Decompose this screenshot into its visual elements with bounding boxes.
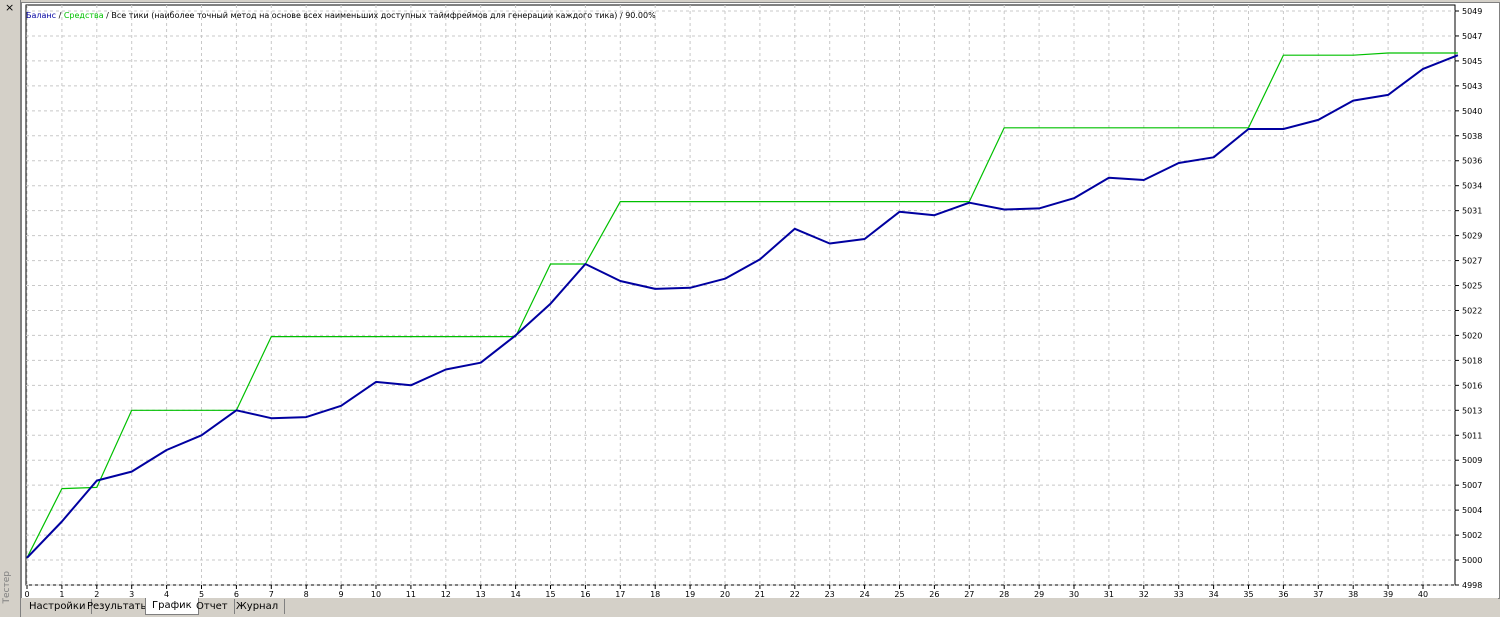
y-tick-label: 5018	[1462, 356, 1482, 365]
y-tick-label: 5009	[1462, 456, 1482, 465]
balance-line	[26, 54, 1459, 559]
y-tick-label: 5038	[1462, 132, 1482, 141]
equity-line	[26, 52, 1458, 559]
legend-separator-2: /	[104, 11, 112, 20]
y-tick-label: 4998	[1462, 581, 1482, 590]
tab-4[interactable]: Отчет	[190, 599, 235, 614]
tab-5[interactable]: Журнал	[230, 599, 286, 614]
x-tick-label: 7	[269, 590, 274, 598]
x-tick-label: 32	[1139, 590, 1149, 598]
x-tick-label: 9	[339, 590, 344, 598]
legend-method: Все тики (наиболее точный метод на основ…	[111, 11, 617, 20]
x-tick-label: 11	[406, 590, 416, 598]
x-tick-label: 8	[304, 590, 309, 598]
y-tick-label: 5020	[1462, 331, 1482, 340]
chart-area: 5049 5047 5045 5043 5040 5038 5036 5034 5031 5029…	[21, 2, 1500, 599]
legend-separator-3: /	[617, 11, 625, 20]
x-tick-label: 13	[476, 590, 486, 598]
x-tick-label: 29	[1034, 590, 1044, 598]
close-icon[interactable]: ×	[5, 2, 14, 14]
x-tick-label: 15	[545, 590, 555, 598]
y-tick-label: 5011	[1462, 431, 1482, 440]
x-tick-label: 24	[860, 590, 870, 598]
y-tick-label: 5025	[1462, 282, 1482, 291]
x-tick-label: 23	[825, 590, 835, 598]
tab-bar: Настройки Результаты График Отчет Журнал	[21, 598, 1498, 617]
y-tick-label: 5040	[1462, 107, 1482, 116]
left-panel-strip: × Тестер	[0, 0, 21, 617]
x-tick-label: 3	[129, 590, 134, 598]
x-tick-label: 6	[234, 590, 239, 598]
x-tick-label: 37	[1313, 590, 1323, 598]
y-tick-label: 5029	[1462, 232, 1482, 241]
y-tick-label: 5043	[1462, 82, 1482, 91]
y-tick-label: 5027	[1462, 257, 1482, 266]
y-tick-label: 5045	[1462, 57, 1482, 66]
x-tick-label: 1	[59, 590, 64, 598]
side-panel-label: Тестер	[2, 570, 12, 603]
y-tick-label: 5022	[1462, 306, 1482, 315]
legend-separator-1: /	[56, 11, 64, 20]
y-tick-label: 5047	[1462, 32, 1482, 41]
x-tick-label: 35	[1243, 590, 1253, 598]
x-tick-label: 0	[24, 590, 29, 598]
x-tick-label: 12	[441, 590, 451, 598]
x-tick-label: 4	[164, 590, 169, 598]
legend-quality: 90.00%	[625, 11, 656, 20]
plot-frame	[25, 4, 1456, 586]
x-tick-label: 17	[615, 590, 625, 598]
x-tick-label: 31	[1104, 590, 1114, 598]
x-tick-label: 33	[1174, 590, 1184, 598]
x-tick-label: 36	[1278, 590, 1288, 598]
x-tick-label: 38	[1348, 590, 1358, 598]
x-tick-label: 16	[580, 590, 590, 598]
balance-chart: 5049504750455043504050385036503450315029…	[24, 4, 1482, 599]
y-tick-label: 5049	[1462, 7, 1482, 16]
y-tick-label: 5036	[1462, 157, 1482, 166]
y-tick-label: 5013	[1462, 406, 1482, 415]
x-tick-label: 40	[1418, 590, 1428, 598]
y-tick-label: 5016	[1462, 381, 1482, 390]
x-tick-label: 30	[1069, 590, 1079, 598]
y-tick-label: 5034	[1462, 182, 1482, 191]
x-tick-label: 2	[94, 590, 99, 598]
x-tick-label: 10	[371, 590, 381, 598]
x-tick-label: 28	[999, 590, 1009, 598]
x-tick-label: 18	[650, 590, 660, 598]
x-tick-label: 14	[511, 590, 521, 598]
y-tick-label: 5000	[1462, 556, 1482, 565]
x-tick-label: 34	[1209, 590, 1219, 598]
chart-legend: Баланс / Средства / Все тики (наиболее т…	[26, 11, 656, 20]
x-tick-label: 22	[790, 590, 800, 598]
y-tick-label: 5002	[1462, 531, 1482, 540]
y-tick-label: 5031	[1462, 207, 1482, 216]
x-tick-label: 39	[1383, 590, 1393, 598]
legend-equity: Средства	[64, 11, 104, 20]
y-tick-label: 5007	[1462, 481, 1482, 490]
x-tick-label: 20	[720, 590, 730, 598]
x-tick-label: 5	[199, 590, 204, 598]
x-tick-label: 21	[755, 590, 765, 598]
y-tick-label: 5004	[1462, 506, 1482, 515]
x-tick-label: 25	[894, 590, 904, 598]
x-tick-label: 19	[685, 590, 695, 598]
legend-balance: Баланс	[26, 11, 56, 20]
x-tick-label: 26	[929, 590, 939, 598]
x-tick-label: 27	[964, 590, 974, 598]
